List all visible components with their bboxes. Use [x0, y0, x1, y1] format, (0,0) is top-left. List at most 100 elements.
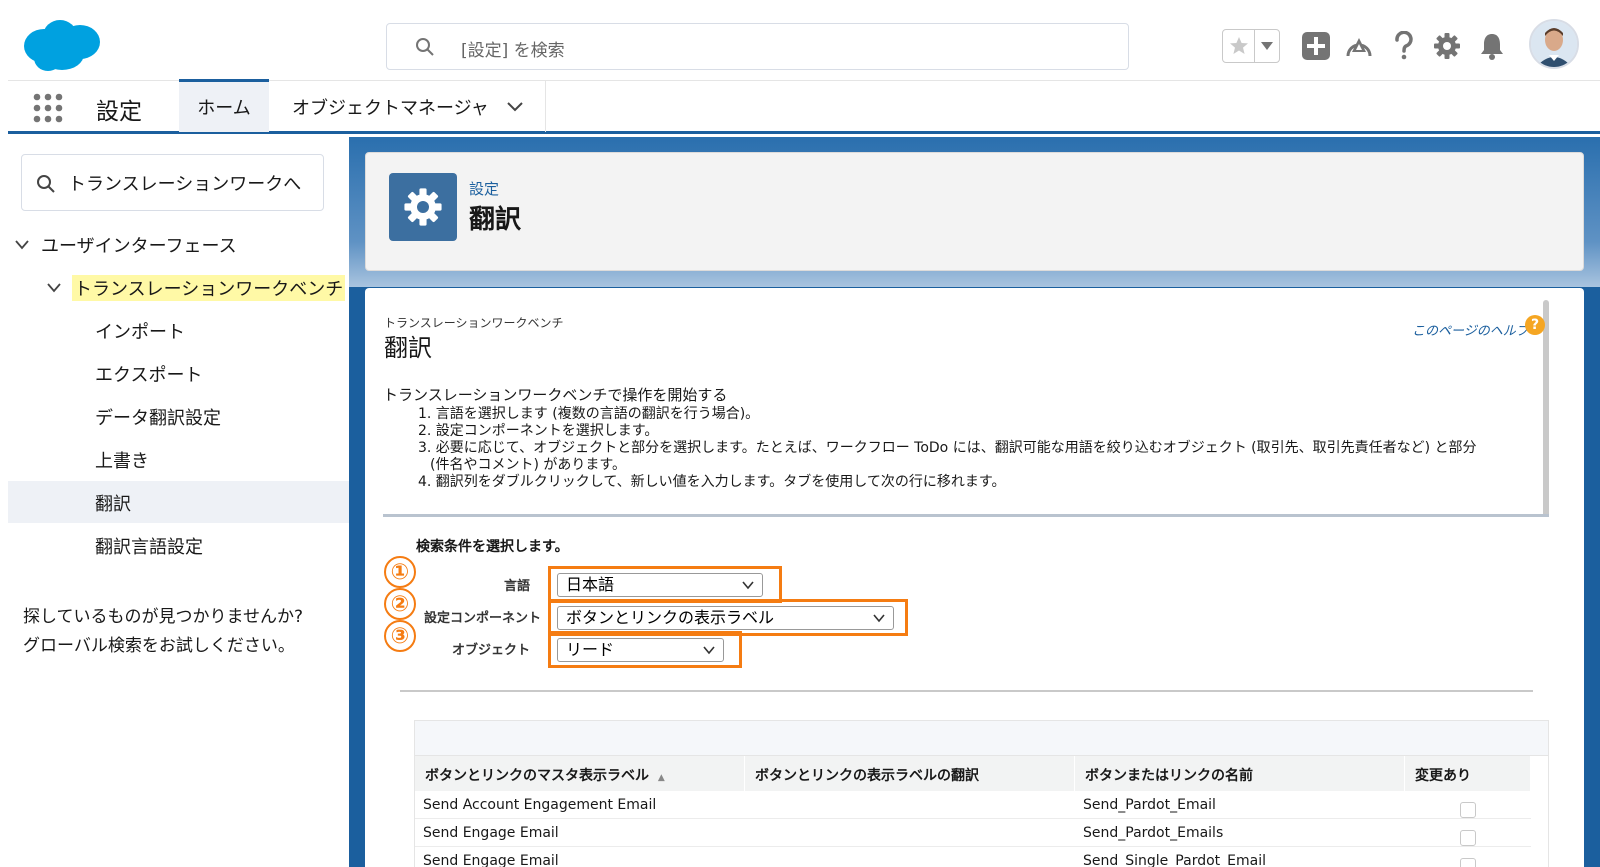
- table-row[interactable]: Send Account Engagement Email Send_Pardo…: [415, 791, 1531, 819]
- sidebar-note-line1: 探しているものが見つかりませんか?: [23, 607, 304, 627]
- page-header: 設定 翻訳: [365, 152, 1584, 271]
- sidebar-selected-row: [8, 481, 349, 523]
- sidebar-note-line2: グローバル検索をお試しください。: [23, 636, 295, 656]
- sidebar-item-translation-workbench[interactable]: トランスレーションワークベンチ: [72, 275, 346, 301]
- salesforce-logo[interactable]: [22, 16, 102, 74]
- column-header-master-label-text: ボタンとリンクのマスタ表示ラベル: [425, 768, 649, 784]
- trailhead-icon: [1346, 38, 1372, 57]
- grid-toolbar: [415, 721, 1548, 756]
- marker-2: ②: [384, 588, 416, 620]
- star-icon: [1229, 37, 1248, 54]
- instruction-steps: 1. 言語を選択します (複数の言語の翻訳を行う場合)。 2. 設定コンポーネン…: [418, 406, 1518, 491]
- favorites-list-button[interactable]: [1255, 30, 1279, 62]
- tab-home[interactable]: ホーム: [179, 79, 269, 132]
- setup-button[interactable]: [1431, 30, 1463, 62]
- changed-checkbox[interactable]: [1460, 802, 1476, 818]
- gear-icon: [404, 188, 442, 226]
- changed-checkbox[interactable]: [1460, 858, 1476, 867]
- highlight-box-object: [548, 631, 742, 668]
- app-name: 設定: [96, 99, 142, 125]
- sidebar-item-override[interactable]: 上書き: [95, 447, 149, 473]
- grid-body: Send Account Engagement Email Send_Pardo…: [415, 791, 1531, 867]
- global-actions-button[interactable]: [1300, 30, 1332, 62]
- cell-translation[interactable]: [745, 847, 1075, 867]
- sidebar-item-translation-language-settings[interactable]: 翻訳言語設定: [95, 533, 203, 559]
- help-button[interactable]: [1388, 30, 1420, 62]
- app-launcher-icon[interactable]: [32, 92, 64, 124]
- sidebar-help-note: 探しているものが見つかりませんか? グローバル検索をお試しください。: [23, 603, 303, 661]
- help-for-this-page-link[interactable]: このページのヘルプ: [1412, 320, 1529, 339]
- translation-grid: ボタンとリンクのマスタ表示ラベル ▲ ボタンとリンクの表示ラベルの翻訳 ボタンま…: [414, 720, 1549, 867]
- table-row[interactable]: Send Engage Email Send_Single_Pardot_Ema…: [415, 847, 1531, 867]
- sidebar-item-import[interactable]: インポート: [95, 318, 185, 344]
- quick-find-value: トランスレーションワークへ: [68, 174, 302, 195]
- step-2: 2. 設定コンポーネントを選択します。: [418, 423, 659, 439]
- filter-heading: 検索条件を選択します。: [416, 539, 569, 555]
- setup-sidebar: トランスレーションワークへ ユーザインターフェース トランスレーションワークベン…: [8, 137, 349, 867]
- marker-3: ③: [384, 620, 416, 652]
- favorites-button[interactable]: [1223, 30, 1255, 62]
- page-breadcrumb[interactable]: 設定: [469, 178, 499, 199]
- bell-icon: [1481, 34, 1503, 60]
- notifications-button[interactable]: [1476, 30, 1508, 62]
- grid-header-row: ボタンとリンクのマスタ表示ラベル ▲ ボタンとリンクの表示ラベルの翻訳 ボタンま…: [415, 756, 1531, 791]
- column-header-master-label[interactable]: ボタンとリンクのマスタ表示ラベル ▲: [415, 756, 745, 791]
- filter-divider: [400, 690, 1533, 692]
- cell-master-label: Send Account Engagement Email: [423, 797, 657, 813]
- intro-text: トランスレーションワークベンチで操作を開始する: [383, 386, 728, 404]
- cell-translation[interactable]: [745, 791, 1075, 818]
- chevron-down-icon[interactable]: [14, 237, 30, 253]
- gear-icon: [1434, 33, 1460, 59]
- step-3-cont: (件名やコメント) があります。: [430, 457, 626, 473]
- app-navigation-bar: 設定 ホーム オブジェクトマネージャ: [8, 79, 1600, 134]
- user-photo-icon: [1531, 21, 1577, 67]
- sidebar-item-data-translation-settings[interactable]: データ翻訳設定: [95, 404, 221, 430]
- step-3: 3. 必要に応じて、オブジェクトと部分を選択します。たとえば、ワークフロー To…: [418, 440, 1477, 456]
- search-icon: [37, 175, 55, 193]
- sort-ascending-icon: ▲: [657, 773, 665, 783]
- search-icon: [416, 38, 434, 56]
- cell-changed: [1405, 791, 1531, 818]
- column-header-changed[interactable]: 変更あり: [1405, 756, 1531, 791]
- help-question-icon[interactable]: ?: [1525, 315, 1545, 335]
- cell-translation[interactable]: [745, 819, 1075, 846]
- chevron-down-icon[interactable]: [46, 280, 62, 296]
- cell-changed: [1405, 819, 1531, 846]
- cell-name: Send_Pardot_Email: [1083, 797, 1216, 813]
- add-icon: [1302, 32, 1330, 60]
- page-title: 翻訳: [469, 205, 522, 235]
- tab-object-manager-label: オブジェクトマネージャ: [292, 97, 489, 119]
- cell-master-label: Send Engage Email: [423, 853, 559, 867]
- language-label: 言語: [503, 579, 530, 594]
- caret-down-icon: [1261, 42, 1273, 50]
- step-1: 1. 言語を選択します (複数の言語の翻訳を行う場合)。: [418, 406, 760, 422]
- object-label: オブジェクト: [451, 643, 530, 658]
- global-search[interactable]: [設定] を検索: [386, 23, 1129, 70]
- table-row[interactable]: Send Engage Email Send_Pardot_Emails: [415, 819, 1531, 847]
- sidebar-item-export[interactable]: エクスポート: [95, 361, 202, 387]
- section-title: 翻訳: [384, 334, 432, 362]
- global-header: [設定] を検索: [0, 0, 1600, 80]
- cell-name: Send_Pardot_Emails: [1083, 825, 1224, 841]
- changed-checkbox[interactable]: [1460, 830, 1476, 846]
- tab-object-manager[interactable]: オブジェクトマネージャ: [270, 81, 546, 132]
- marker-1: ①: [384, 556, 416, 588]
- cell-name: Send_Single_Pardot_Email: [1083, 853, 1266, 867]
- chevron-down-icon[interactable]: [507, 101, 523, 112]
- sidebar-item-user-interface[interactable]: ユーザインターフェース: [41, 232, 237, 258]
- cell-changed: [1405, 847, 1531, 867]
- column-header-translation[interactable]: ボタンとリンクの表示ラベルの翻訳: [745, 756, 1075, 791]
- highlight-box-language: [548, 566, 782, 603]
- setup-page-icon: [389, 173, 457, 241]
- step-4: 4. 翻訳列をダブルクリックして、新しい値を入力します。タブを使用して次の行に移…: [418, 474, 1006, 490]
- sidebar-item-translate[interactable]: 翻訳: [95, 490, 131, 516]
- component-label: 設定コンポーネント: [424, 611, 542, 626]
- user-avatar[interactable]: [1529, 19, 1579, 69]
- column-header-name[interactable]: ボタンまたはリンクの名前: [1075, 756, 1405, 791]
- trailhead-button[interactable]: [1343, 30, 1375, 62]
- search-placeholder: [設定] を検索: [461, 41, 565, 61]
- cell-master-label: Send Engage Email: [423, 825, 559, 841]
- favorites-group: [1222, 29, 1280, 63]
- quick-find-input[interactable]: トランスレーションワークへ: [21, 154, 324, 211]
- question-icon: [1395, 31, 1413, 60]
